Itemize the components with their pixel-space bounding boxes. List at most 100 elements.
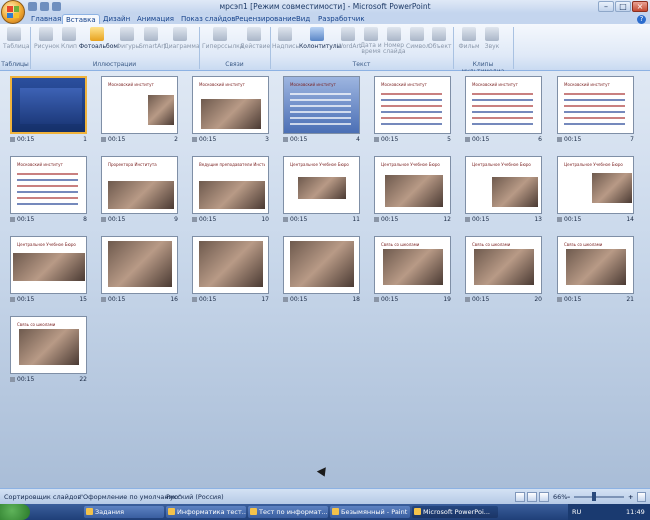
- table-button[interactable]: Таблица: [3, 27, 30, 59]
- picture-button[interactable]: Рисунок: [34, 27, 60, 59]
- normal-view-button[interactable]: [515, 492, 525, 502]
- date-time-button[interactable]: Дата и время: [360, 27, 382, 59]
- slide-thumbnail[interactable]: Московский институт: [465, 76, 542, 134]
- slide-thumbnail[interactable]: Московский институт: [557, 76, 634, 134]
- zoom-level[interactable]: 66%: [553, 493, 567, 501]
- transition-icon[interactable]: [465, 217, 470, 222]
- slide-photo: [199, 241, 263, 287]
- taskbar-item[interactable]: Информатика тест...: [166, 506, 246, 518]
- sound-button[interactable]: Звук: [482, 27, 502, 59]
- taskbar-item-active[interactable]: Microsoft PowerPoi...: [412, 506, 498, 518]
- taskbar-item[interactable]: Задания: [84, 506, 164, 518]
- slide-thumbnail[interactable]: [192, 236, 269, 294]
- slide-thumbnail[interactable]: Связь со школами: [374, 236, 451, 294]
- transition-icon[interactable]: [283, 217, 288, 222]
- slide-thumbnail[interactable]: Московский институт: [192, 76, 269, 134]
- smartart-button[interactable]: SmartArt: [139, 27, 166, 59]
- slide-heading: Центральное Учебное Бюро: [290, 162, 349, 167]
- transition-icon[interactable]: [557, 297, 562, 302]
- language-label[interactable]: Русский (Россия): [166, 493, 224, 501]
- zoom-slider-thumb[interactable]: [592, 492, 596, 501]
- taskbar-item[interactable]: Тест по информат...: [248, 506, 328, 518]
- transition-icon[interactable]: [10, 137, 15, 142]
- slide-number: 20: [534, 296, 542, 303]
- slide-thumbnail[interactable]: ОБРАЗОВАНИЯ: [10, 76, 87, 134]
- slide-thumbnail[interactable]: Центральное Учебное Бюро: [10, 236, 87, 294]
- slide-thumbnail[interactable]: Связь со школами: [10, 316, 87, 374]
- slide-thumbnail[interactable]: Проректора Института: [101, 156, 178, 214]
- photo-album-button[interactable]: Фотоальбом: [79, 27, 118, 59]
- symbol-button[interactable]: Символ: [406, 27, 430, 59]
- slide-thumbnail[interactable]: Центральное Учебное Бюро: [557, 156, 634, 214]
- slide-thumbnail[interactable]: Связь со школами: [465, 236, 542, 294]
- transition-icon[interactable]: [10, 377, 15, 382]
- transition-icon[interactable]: [101, 217, 106, 222]
- zoom-out-button[interactable]: –: [567, 493, 570, 501]
- transition-icon[interactable]: [465, 137, 470, 142]
- slide-thumbnail[interactable]: Московский институт: [10, 156, 87, 214]
- fit-window-button[interactable]: [637, 492, 646, 502]
- transition-icon[interactable]: [283, 297, 288, 302]
- group-label-media: Клипы мультимедиа: [462, 61, 505, 75]
- transition-icon[interactable]: [10, 217, 15, 222]
- transition-icon[interactable]: [374, 297, 379, 302]
- zoom-slider[interactable]: [574, 496, 624, 498]
- transition-icon[interactable]: [192, 137, 197, 142]
- slide-timing: 00:15: [108, 296, 126, 303]
- start-button[interactable]: [0, 504, 30, 520]
- shapes-button[interactable]: Фигуры: [116, 27, 140, 59]
- textbox-button[interactable]: Надпись: [272, 27, 299, 59]
- transition-icon[interactable]: [557, 217, 562, 222]
- language-indicator[interactable]: RU: [572, 508, 581, 516]
- customize-qat-icon[interactable]: [52, 2, 61, 11]
- slide-thumbnail[interactable]: Московский институт: [283, 76, 360, 134]
- slide-thumbnail[interactable]: Ведущие преподаватели Института: [192, 156, 269, 214]
- object-button[interactable]: Объект: [428, 27, 451, 59]
- chart-button[interactable]: Диаграмма: [164, 27, 200, 59]
- slide-thumbnail[interactable]: Московский институт: [374, 76, 451, 134]
- transition-icon[interactable]: [101, 137, 106, 142]
- help-icon[interactable]: ?: [637, 15, 646, 24]
- slide-thumbnail[interactable]: Центральное Учебное Бюро: [465, 156, 542, 214]
- sorter-view-button[interactable]: [527, 492, 537, 502]
- slide-text-line: [472, 123, 533, 125]
- transition-icon[interactable]: [374, 137, 379, 142]
- slide-sorter: ОБРАЗОВАНИЯ 00:15 1 Московский институт 00:1…: [0, 71, 650, 488]
- slide-thumbnail[interactable]: [283, 236, 360, 294]
- slide-number-button[interactable]: Номер слайда: [383, 27, 406, 59]
- slideshow-view-button[interactable]: [539, 492, 549, 502]
- slide-timing: 00:15: [17, 136, 35, 143]
- office-button[interactable]: [1, 0, 25, 24]
- taskbar-item[interactable]: Безымянный - Paint: [330, 506, 410, 518]
- transition-icon[interactable]: [557, 137, 562, 142]
- header-footer-button[interactable]: Колонтитулы: [299, 27, 341, 59]
- save-icon[interactable]: [28, 2, 37, 11]
- maximize-button[interactable]: □: [615, 1, 631, 12]
- transition-icon[interactable]: [465, 297, 470, 302]
- transition-icon[interactable]: [374, 217, 379, 222]
- hyperlink-button[interactable]: Гиперссылка: [202, 27, 243, 59]
- slide-thumbnail[interactable]: Связь со школами: [557, 236, 634, 294]
- action-button[interactable]: Действие: [240, 27, 270, 59]
- transition-icon[interactable]: [192, 297, 197, 302]
- movie-button[interactable]: Фильм: [458, 27, 480, 59]
- group-label-text: Текст: [352, 61, 371, 68]
- wordart-button[interactable]: WordArt: [337, 27, 361, 59]
- slide-meta: 00:15 15: [10, 296, 87, 304]
- transition-icon[interactable]: [10, 297, 15, 302]
- slide-thumbnail[interactable]: Московский институт: [101, 76, 178, 134]
- transition-icon[interactable]: [101, 297, 106, 302]
- slide-photo: [298, 177, 346, 199]
- slide-text-line: [472, 99, 533, 101]
- slide-timing: 00:15: [199, 136, 217, 143]
- transition-icon[interactable]: [283, 137, 288, 142]
- zoom-in-button[interactable]: +: [628, 493, 633, 501]
- slide-thumbnail[interactable]: Центральное Учебное Бюро: [283, 156, 360, 214]
- undo-icon[interactable]: [40, 2, 49, 11]
- transition-icon[interactable]: [192, 217, 197, 222]
- slide-thumbnail[interactable]: [101, 236, 178, 294]
- close-button[interactable]: ×: [632, 1, 648, 12]
- minimize-button[interactable]: –: [598, 1, 614, 12]
- clipart-button[interactable]: Клип: [60, 27, 78, 59]
- slide-thumbnail[interactable]: Центральное Учебное Бюро: [374, 156, 451, 214]
